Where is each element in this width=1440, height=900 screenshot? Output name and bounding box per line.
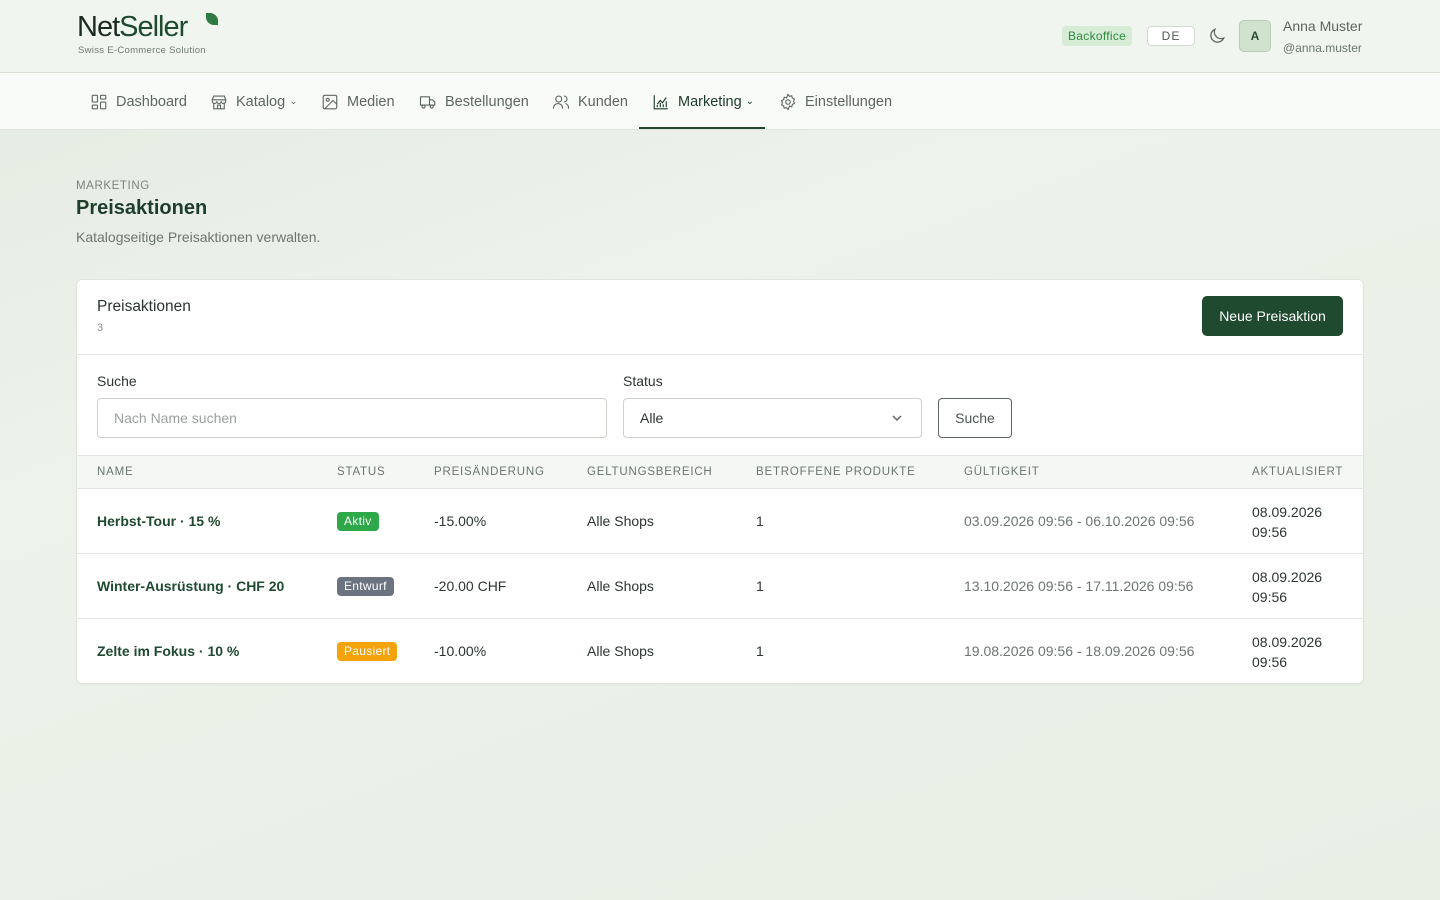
nav-active-indicator <box>639 127 765 129</box>
row-price-change: -20.00 CHF <box>434 578 507 594</box>
column-header-price-change[interactable]: PREISÄNDERUNG <box>434 466 545 478</box>
new-price-action-button[interactable]: Neue Preisaktion <box>1202 296 1343 336</box>
user-avatar[interactable]: A <box>1239 20 1271 52</box>
search-button[interactable]: Suche <box>938 398 1012 438</box>
row-name-link[interactable]: Winter-Ausrüstung · CHF 20 <box>97 578 284 594</box>
status-cell: Aktiv <box>337 512 379 531</box>
page-description: Katalogseitige Preisaktionen verwalten. <box>76 229 321 245</box>
column-header-updated[interactable]: AKTUALISIERT <box>1252 466 1343 478</box>
dark-mode-moon-icon[interactable] <box>1207 26 1227 46</box>
status-select[interactable]: Alle <box>623 398 922 438</box>
row-affected-products: 1 <box>756 513 764 529</box>
users-icon <box>552 94 570 109</box>
row-name-link[interactable]: Zelte im Fokus · 10 % <box>97 643 239 659</box>
nav-label-marketing: Marketing <box>678 93 742 110</box>
nav-label-bestellungen: Bestellungen <box>445 93 529 110</box>
user-handle: @anna.muster <box>1283 41 1362 55</box>
row-scope: Alle Shops <box>587 578 654 594</box>
status-badge: Pausiert <box>337 642 398 661</box>
backoffice-badge: Backoffice <box>1062 26 1133 46</box>
nav-item-medien[interactable]: Medien <box>321 73 395 130</box>
nav-label-kunden: Kunden <box>578 93 628 110</box>
logo-wordmark: NetSeller <box>77 11 188 43</box>
divider <box>77 354 1363 355</box>
grid-icon <box>91 94 107 109</box>
column-header-scope[interactable]: GELTUNGSBEREICH <box>587 466 713 478</box>
user-name: Anna Muster <box>1283 18 1363 34</box>
row-validity: 03.09.2026 09:56 - 06.10.2026 09:56 <box>964 513 1195 529</box>
table-row[interactable]: Herbst-Tour · 15 % Aktiv -15.00% Alle Sh… <box>77 489 1363 554</box>
row-scope: Alle Shops <box>587 513 654 529</box>
main-nav: Dashboard Katalog ⌄ Medien Bestellungen … <box>0 73 1440 130</box>
column-header-name[interactable]: NAME <box>97 466 133 478</box>
search-label: Suche <box>97 373 137 389</box>
row-validity: 19.08.2026 09:56 - 18.09.2026 09:56 <box>964 643 1195 659</box>
column-header-status[interactable]: STATUS <box>337 466 385 478</box>
netseller-logo[interactable]: NetSeller Swiss E-Commerce Solution <box>76 12 226 58</box>
row-price-change: -15.00% <box>434 513 487 529</box>
table-row[interactable]: Zelte im Fokus · 10 % Pausiert -10.00% A… <box>77 619 1363 683</box>
search-input[interactable]: Nach Name suchen <box>97 398 607 438</box>
chevron-down-icon <box>892 415 902 422</box>
price-actions-card: Preisaktionen 3 Neue Preisaktion Suche N… <box>76 279 1364 684</box>
truck-icon <box>419 95 436 109</box>
nav-label-dashboard: Dashboard <box>116 93 187 110</box>
table-row[interactable]: Winter-Ausrüstung · CHF 20 Entwurf -20.0… <box>77 554 1363 619</box>
row-affected-products: 1 <box>756 643 764 659</box>
status-badge: Entwurf <box>337 577 394 596</box>
status-badge: Aktiv <box>337 512 379 531</box>
card-title: Preisaktionen <box>97 298 191 315</box>
row-updated: 08.09.2026 09:56 <box>1252 634 1323 670</box>
breadcrumb: MARKETING <box>76 180 150 192</box>
row-price-change: -10.00% <box>434 643 487 659</box>
language-switcher[interactable]: DE <box>1147 26 1195 46</box>
logo-tagline: Swiss E-Commerce Solution <box>78 45 206 56</box>
nav-label-medien: Medien <box>347 93 395 110</box>
table-header: NAME STATUS PREISÄNDERUNG GELTUNGSBEREIC… <box>77 455 1363 489</box>
row-name-link[interactable]: Herbst-Tour · 15 % <box>97 513 220 529</box>
column-header-validity[interactable]: GÜLTIGKEIT <box>964 466 1040 478</box>
nav-label-einstellungen: Einstellungen <box>805 93 893 110</box>
store-icon <box>211 94 227 109</box>
nav-item-kunden[interactable]: Kunden <box>552 73 628 130</box>
row-updated: 08.09.2026 09:56 <box>1252 569 1323 605</box>
card-count: 3 <box>97 322 104 334</box>
row-validity: 13.10.2026 09:56 - 17.11.2026 09:56 <box>964 578 1194 594</box>
image-icon <box>322 94 338 109</box>
column-header-affected-products[interactable]: BETROFFENE PRODUKTE <box>756 466 916 478</box>
logo-wordmark-net: Net <box>77 11 120 43</box>
gear-icon <box>780 92 796 111</box>
nav-item-marketing[interactable]: Marketing ⌄ <box>652 73 754 130</box>
chevron-down-icon: ⌄ <box>745 96 755 107</box>
top-header: NetSeller Swiss E-Commerce Solution Back… <box>0 0 1440 73</box>
row-updated: 08.09.2026 09:56 <box>1252 504 1323 540</box>
status-cell: Pausiert <box>337 642 398 661</box>
status-select-value: Alle <box>640 410 664 426</box>
logo-wordmark-seller: Seller <box>119 11 188 43</box>
nav-item-dashboard[interactable]: Dashboard <box>90 73 187 130</box>
chart-icon <box>653 94 668 109</box>
logo-leaf-icon <box>206 13 218 25</box>
row-scope: Alle Shops <box>587 643 654 659</box>
chevron-down-icon: ⌄ <box>289 96 298 107</box>
nav-item-bestellungen[interactable]: Bestellungen <box>419 73 529 130</box>
page-title: Preisaktionen <box>76 197 208 219</box>
nav-item-katalog[interactable]: Katalog ⌄ <box>210 73 298 130</box>
nav-item-einstellungen[interactable]: Einstellungen <box>779 73 892 130</box>
nav-label-katalog: Katalog <box>236 93 286 110</box>
status-cell: Entwurf <box>337 577 394 596</box>
status-label: Status <box>623 373 663 389</box>
row-affected-products: 1 <box>756 578 764 594</box>
